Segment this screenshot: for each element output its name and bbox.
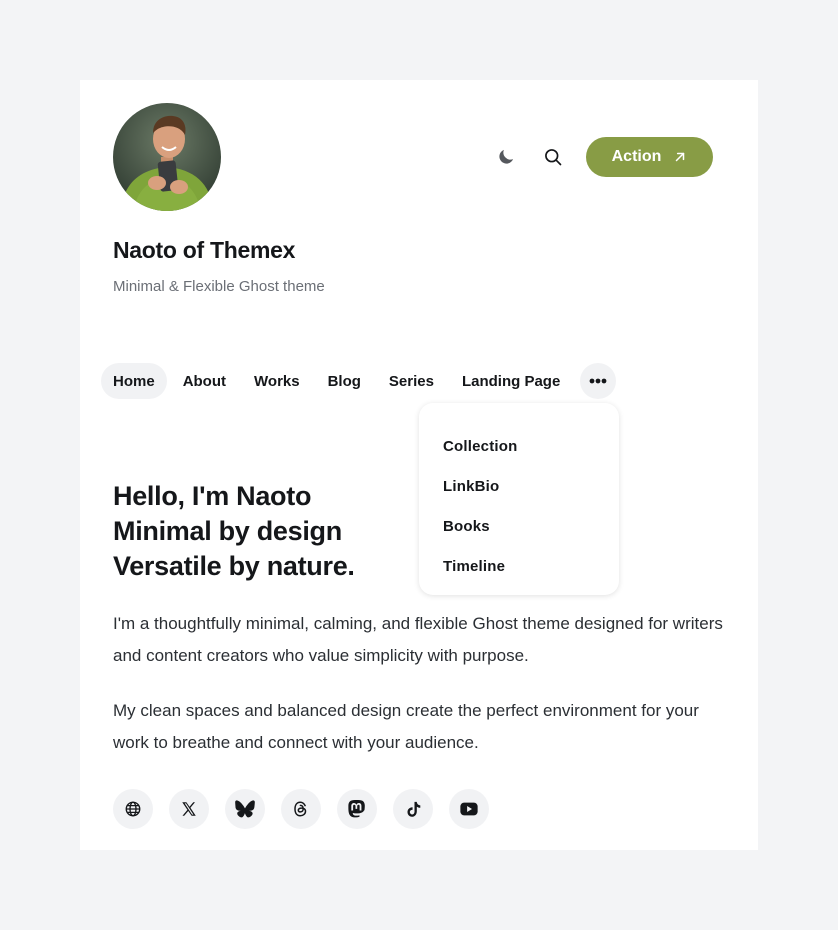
profile-card: Action Naoto of Themex Minimal & Flexibl… bbox=[80, 80, 758, 850]
dropdown-item-timeline[interactable]: Timeline bbox=[419, 546, 619, 586]
more-dots-icon[interactable] bbox=[580, 363, 617, 399]
hero-line: Hello, I'm Naoto bbox=[113, 481, 312, 511]
globe-icon[interactable] bbox=[113, 789, 153, 829]
action-button-label: Action bbox=[611, 148, 662, 165]
arrow-up-right-icon bbox=[673, 150, 687, 164]
nav-item-landing-page[interactable]: Landing Page bbox=[450, 363, 572, 399]
moon-icon[interactable] bbox=[494, 145, 518, 169]
x-icon[interactable] bbox=[169, 789, 209, 829]
action-button[interactable]: Action bbox=[586, 137, 713, 177]
site-title[interactable]: Naoto of Themex bbox=[113, 237, 295, 264]
youtube-icon[interactable] bbox=[449, 789, 489, 829]
nav-more-dropdown: Collection LinkBio Books Timeline bbox=[419, 403, 619, 595]
nav-item-works[interactable]: Works bbox=[242, 363, 312, 399]
dropdown-item-linkbio[interactable]: LinkBio bbox=[419, 466, 619, 506]
bluesky-icon[interactable] bbox=[225, 789, 265, 829]
nav-item-series[interactable]: Series bbox=[377, 363, 446, 399]
header-actions: Action bbox=[494, 137, 713, 177]
social-links bbox=[113, 789, 505, 829]
threads-icon[interactable] bbox=[281, 789, 321, 829]
tiktok-icon[interactable] bbox=[393, 789, 433, 829]
hero-title: Hello, I'm Naoto Minimal by design Versa… bbox=[113, 479, 355, 584]
dropdown-item-books[interactable]: Books bbox=[419, 506, 619, 546]
main-nav: Home About Works Blog Series Landing Pag… bbox=[101, 363, 617, 399]
dropdown-item-collection[interactable]: Collection bbox=[419, 426, 619, 466]
hero-paragraph-2: My clean spaces and balanced design crea… bbox=[113, 701, 699, 752]
nav-item-home[interactable]: Home bbox=[101, 363, 167, 399]
nav-item-about[interactable]: About bbox=[171, 363, 238, 399]
hero-line: Versatile by nature. bbox=[113, 551, 355, 581]
hero-paragraph-1: I'm a thoughtfully minimal, calming, and… bbox=[113, 614, 723, 665]
nav-item-blog[interactable]: Blog bbox=[316, 363, 373, 399]
hero-line: Minimal by design bbox=[113, 516, 342, 546]
mastodon-icon[interactable] bbox=[337, 789, 377, 829]
search-icon[interactable] bbox=[541, 145, 565, 169]
site-description: Minimal & Flexible Ghost theme bbox=[113, 278, 325, 295]
avatar[interactable] bbox=[113, 103, 221, 211]
